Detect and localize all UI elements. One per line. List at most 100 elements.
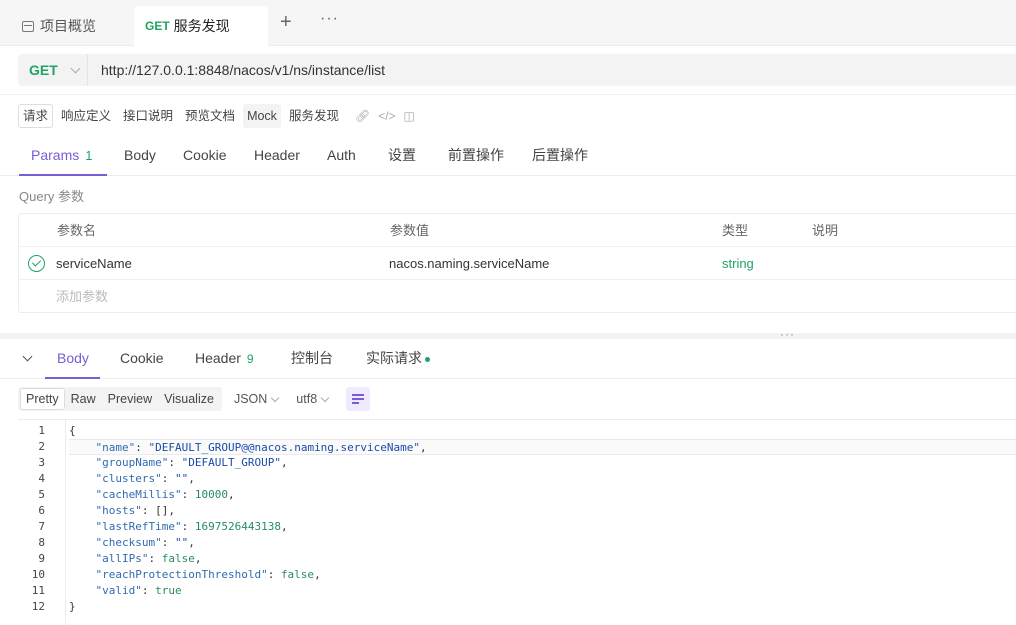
status-dot-icon bbox=[425, 356, 430, 362]
tab-label: Params bbox=[31, 147, 80, 163]
line-number: 2 bbox=[38, 440, 45, 453]
line-number: 9 bbox=[38, 552, 45, 565]
request-tabs: Params 1 Body Cookie Header Auth 设置 前置操作 … bbox=[0, 136, 1016, 176]
table-row: serviceName nacos.naming.serviceName str… bbox=[19, 247, 1016, 280]
view-pretty[interactable]: Pretty bbox=[20, 388, 65, 410]
col-header-value: 参数值 bbox=[390, 223, 430, 238]
code-line: } bbox=[69, 600, 76, 613]
code-line: { bbox=[69, 424, 76, 437]
url-input[interactable]: http://127.0.0.1:8848/nacos/v1/ns/instan… bbox=[88, 62, 385, 78]
divider bbox=[0, 94, 1016, 95]
query-params-title: Query 参数 bbox=[19, 189, 85, 204]
table-header-row: 参数名 参数值 类型 说明 bbox=[19, 214, 1016, 247]
tab-label: 项目概览 bbox=[40, 18, 96, 34]
subtab-response-def[interactable]: 响应定义 bbox=[57, 104, 115, 128]
response-tab-console[interactable]: 控制台 bbox=[291, 339, 333, 379]
encoding-select[interactable]: utf8 bbox=[296, 392, 330, 406]
format-type-label: JSON bbox=[233, 392, 268, 406]
line-number: 1 bbox=[38, 424, 45, 437]
view-raw[interactable]: Raw bbox=[65, 388, 102, 410]
response-tab-actual-request[interactable]: 实际请求 bbox=[366, 339, 430, 379]
add-param-input[interactable]: 添加参数 bbox=[56, 280, 108, 313]
code-line: "lastRefTime": 1697526443138, bbox=[95, 520, 288, 533]
code-line: "cacheMillis": 10000, bbox=[95, 488, 235, 501]
line-number: 4 bbox=[38, 472, 45, 485]
line-number: 8 bbox=[38, 536, 45, 549]
col-header-desc: 说明 bbox=[812, 223, 839, 238]
line-number: 10 bbox=[31, 568, 45, 581]
subtab-preview-doc[interactable]: 预览文档 bbox=[181, 104, 239, 128]
format-bar: Pretty Raw Preview Visualize JSON utf8 bbox=[18, 387, 371, 411]
word-wrap-icon[interactable] bbox=[346, 387, 371, 411]
tab-post-request[interactable]: 后置操作 bbox=[532, 136, 588, 176]
response-tab-cookie[interactable]: Cookie bbox=[120, 339, 164, 379]
code-line: "checksum": "", bbox=[95, 536, 195, 549]
param-value[interactable]: nacos.naming.serviceName bbox=[389, 247, 549, 280]
code-line: "groupName": "DEFAULT_GROUP", bbox=[95, 456, 288, 469]
line-number: 6 bbox=[38, 504, 45, 517]
line-number-gutter: 1 2 3 4 5 6 7 8 9 10 11 12 bbox=[18, 420, 66, 625]
subtab-request[interactable]: 请求 bbox=[18, 104, 54, 128]
view-preview[interactable]: Preview bbox=[102, 388, 158, 410]
tab-label: 服务发现 bbox=[173, 18, 230, 34]
format-type-select[interactable]: JSON bbox=[233, 392, 280, 406]
code-line: "reachProtectionThreshold": false, bbox=[95, 568, 321, 581]
view-visualize[interactable]: Visualize bbox=[158, 388, 220, 410]
response-body-viewer[interactable]: 1 2 3 4 5 6 7 8 9 10 11 12 { "name": "DEFAULT_GROUP… bbox=[18, 419, 1016, 625]
code-line: "name": "DEFAULT_GROUP@@nacos.naming.ser… bbox=[69, 439, 1016, 455]
col-header-type: 类型 bbox=[722, 223, 749, 238]
subtab-mock[interactable]: Mock bbox=[243, 104, 281, 128]
col-header-name: 参数名 bbox=[57, 223, 97, 238]
panel-icon bbox=[22, 20, 34, 32]
tab-service-discovery[interactable]: GET 服务发现 bbox=[134, 6, 268, 46]
header-count-badge: 9 bbox=[246, 352, 254, 366]
tab-method: GET bbox=[145, 19, 170, 33]
code-icon[interactable]: </> bbox=[378, 109, 395, 123]
code-line: "valid": true bbox=[95, 584, 182, 597]
sidebar-toggle-icon[interactable]: ◫ bbox=[404, 109, 415, 123]
line-number: 7 bbox=[38, 520, 45, 533]
tab-pre-request[interactable]: 前置操作 bbox=[448, 136, 504, 176]
tab-strip: 项目概览 GET 服务发现 + ··· bbox=[0, 0, 1016, 46]
tab-project-overview[interactable]: 项目概览 bbox=[22, 6, 96, 46]
tab-auth[interactable]: Auth bbox=[327, 136, 356, 176]
code-line: "allIPs": false, bbox=[95, 552, 202, 565]
chevron-down-icon bbox=[271, 393, 280, 402]
encoding-label: utf8 bbox=[296, 392, 318, 406]
add-tab-icon[interactable]: + bbox=[280, 12, 292, 32]
link-icon[interactable]: 🔗︎ bbox=[355, 109, 370, 123]
chevron-down-icon bbox=[70, 63, 81, 73]
code-line: "hosts": [], bbox=[95, 504, 175, 517]
response-tabs: Body Cookie Header 9 控制台 实际请求 bbox=[0, 339, 1016, 379]
param-name[interactable]: serviceName bbox=[56, 247, 132, 280]
tab-label: 实际请求 bbox=[366, 350, 422, 366]
line-number: 11 bbox=[31, 584, 45, 597]
tab-label: Header bbox=[195, 350, 241, 366]
endpoint-name: 服务发现 bbox=[288, 109, 339, 123]
check-circle-icon[interactable] bbox=[28, 255, 45, 272]
line-number: 12 bbox=[31, 600, 45, 613]
tab-body[interactable]: Body bbox=[124, 136, 156, 176]
code-line: "clusters": "", bbox=[95, 472, 195, 485]
subtab-api-doc[interactable]: 接口说明 bbox=[119, 104, 177, 128]
sub-toolbar: 请求 响应定义 接口说明 预览文档 Mock 服务发现 🔗︎ </> ◫ bbox=[18, 104, 415, 128]
add-param-row: 添加参数 bbox=[19, 280, 1016, 313]
tab-settings[interactable]: 设置 bbox=[388, 136, 416, 176]
line-number: 3 bbox=[38, 456, 45, 469]
tab-cookie[interactable]: Cookie bbox=[183, 136, 227, 176]
params-count-badge: 1 bbox=[85, 148, 93, 163]
response-tab-body[interactable]: Body bbox=[45, 339, 100, 379]
param-type[interactable]: string bbox=[722, 247, 754, 280]
collapse-chevron-icon[interactable] bbox=[22, 351, 33, 362]
response-tab-header[interactable]: Header 9 bbox=[195, 339, 254, 379]
chevron-down-icon bbox=[320, 393, 330, 402]
more-icon[interactable]: ··· bbox=[320, 10, 339, 28]
method-select[interactable]: GET bbox=[18, 54, 88, 86]
line-number: 5 bbox=[38, 488, 45, 501]
tab-params[interactable]: Params 1 bbox=[19, 136, 107, 176]
url-bar: GET http://127.0.0.1:8848/nacos/v1/ns/in… bbox=[18, 54, 1016, 86]
params-table: 参数名 参数值 类型 说明 serviceName nacos.naming.s… bbox=[18, 213, 1016, 313]
view-mode-group: Pretty Raw Preview Visualize bbox=[18, 387, 222, 411]
tab-header[interactable]: Header bbox=[254, 136, 300, 176]
method-label: GET bbox=[29, 62, 58, 78]
